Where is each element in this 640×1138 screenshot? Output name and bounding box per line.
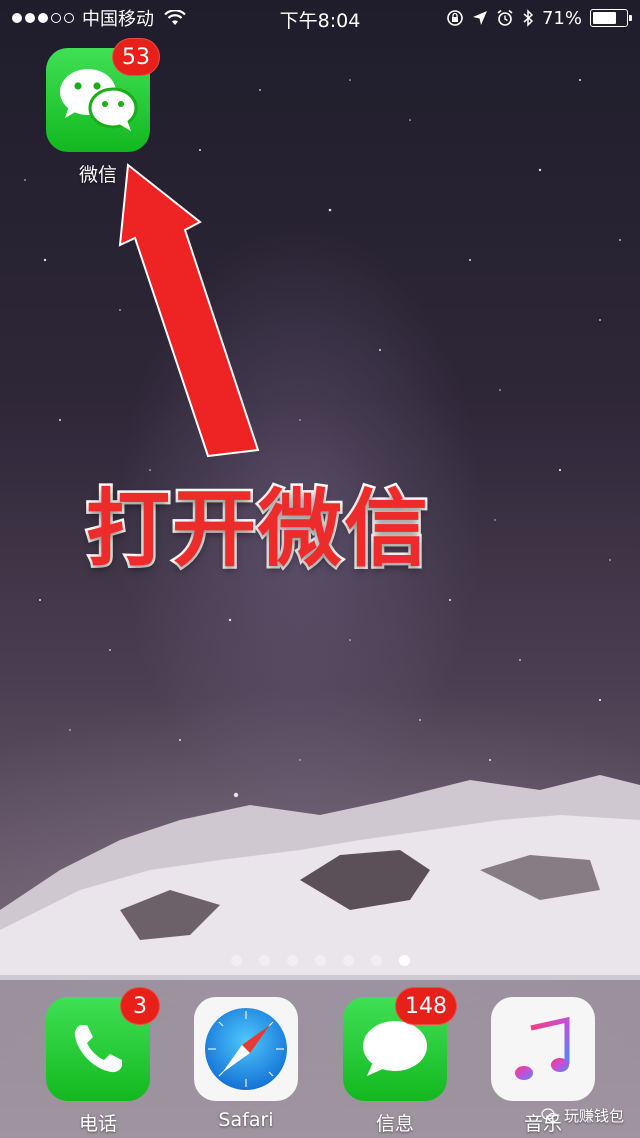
wechat-small-icon — [541, 1108, 559, 1123]
app-phone[interactable]: 3 电话 — [46, 987, 160, 1136]
phone-badge: 3 — [120, 987, 160, 1025]
messages-badge: 148 — [395, 987, 457, 1025]
page-dot[interactable] — [258, 955, 270, 966]
music-note-icon[interactable] — [491, 997, 595, 1101]
safari-compass-icon — [205, 1008, 287, 1090]
app-safari[interactable]: Safari — [194, 997, 298, 1131]
page-dot[interactable] — [230, 955, 242, 966]
watermark: 玩赚钱包 — [541, 1105, 624, 1126]
music-notes-icon — [515, 1016, 570, 1080]
annotation-text: 打开微信 — [84, 478, 431, 581]
phone-label: 电话 — [78, 1113, 117, 1135]
message-icon[interactable]: 148 — [343, 987, 457, 1101]
page-dot[interactable] — [314, 955, 326, 966]
page-dot[interactable] — [286, 955, 298, 966]
watermark-text: 玩赚钱包 — [563, 1107, 624, 1125]
page-indicator[interactable] — [0, 955, 640, 966]
page-dot[interactable] — [342, 955, 354, 966]
message-bubble-icon — [363, 1021, 427, 1076]
dock: 3 电话 Safari 148 信息 音乐 玩赚钱包 — [0, 975, 640, 1138]
app-messages[interactable]: 148 信息 — [343, 987, 457, 1136]
phone-handset-icon — [74, 1025, 122, 1073]
page-dot-active[interactable] — [398, 955, 410, 966]
phone-icon[interactable]: 3 — [46, 987, 160, 1101]
safari-label: Safari — [218, 1109, 274, 1131]
compass-icon[interactable] — [194, 997, 298, 1101]
page-dot[interactable] — [370, 955, 382, 966]
messages-label: 信息 — [375, 1113, 414, 1135]
